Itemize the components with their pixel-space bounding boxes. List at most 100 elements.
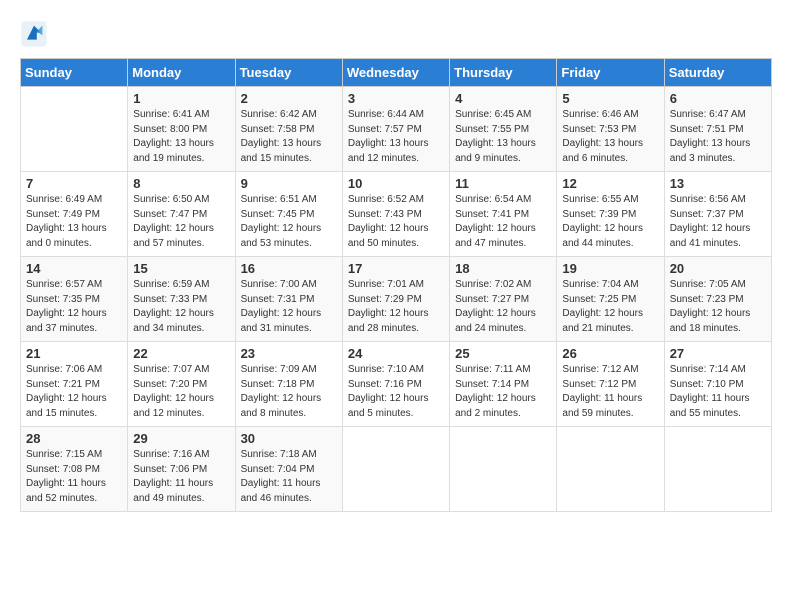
calendar-header-row: SundayMondayTuesdayWednesdayThursdayFrid… — [21, 59, 772, 87]
day-info: Sunrise: 7:10 AM Sunset: 7:16 PM Dayligh… — [348, 363, 444, 421]
header-saturday: Saturday — [664, 59, 771, 87]
day-info: Sunrise: 6:45 AM Sunset: 7:55 PM Dayligh… — [455, 108, 551, 166]
calendar-cell — [664, 427, 771, 512]
calendar-week-3: 14Sunrise: 6:57 AM Sunset: 7:35 PM Dayli… — [21, 257, 772, 342]
day-number: 26 — [562, 346, 658, 361]
day-info: Sunrise: 6:59 AM Sunset: 7:33 PM Dayligh… — [133, 278, 229, 336]
calendar-cell: 3 Sunrise: 6:44 AM Sunset: 7:57 PM Daylig… — [342, 87, 449, 172]
logo-icon — [20, 20, 48, 48]
day-number: 19 — [562, 261, 658, 276]
calendar-week-5: 28 Sunrise: 7:15 AM Sunset: 7:08 PM Dayli… — [21, 427, 772, 512]
day-info: Sunrise: 7:05 AM Sunset: 7:23 PM Dayligh… — [670, 278, 766, 336]
day-info: Sunrise: 6:42 AM Sunset: 7:58 PM Dayligh… — [241, 108, 337, 166]
day-number: 3 — [348, 91, 444, 106]
day-info: Sunrise: 6:55 AM Sunset: 7:39 PM Dayligh… — [562, 193, 658, 251]
calendar-cell: 27Sunrise: 7:14 AM Sunset: 7:10 PM Dayli… — [664, 342, 771, 427]
calendar-cell: 9Sunrise: 6:51 AM Sunset: 7:45 PM Daylig… — [235, 172, 342, 257]
day-number: 22 — [133, 346, 229, 361]
day-number: 4 — [455, 91, 551, 106]
calendar-cell: 7Sunrise: 6:49 AM Sunset: 7:49 PM Daylig… — [21, 172, 128, 257]
calendar-week-2: 7Sunrise: 6:49 AM Sunset: 7:49 PM Daylig… — [21, 172, 772, 257]
day-info: Sunrise: 6:49 AM Sunset: 7:49 PM Dayligh… — [26, 193, 122, 251]
day-number: 24 — [348, 346, 444, 361]
day-info: Sunrise: 6:47 AM Sunset: 7:51 PM Dayligh… — [670, 108, 766, 166]
calendar-cell: 18 Sunrise: 7:02 AM Sunset: 7:27 PM Dayli… — [450, 257, 557, 342]
day-number: 21 — [26, 346, 122, 361]
day-number: 12 — [562, 176, 658, 191]
day-info: Sunrise: 7:12 AM Sunset: 7:12 PM Dayligh… — [562, 363, 658, 421]
calendar-week-1: 1 Sunrise: 6:41 AM Sunset: 8:00 PM Daylig… — [21, 87, 772, 172]
day-info: Sunrise: 7:15 AM Sunset: 7:08 PM Dayligh… — [26, 448, 122, 506]
day-number: 25 — [455, 346, 551, 361]
header-friday: Friday — [557, 59, 664, 87]
day-info: Sunrise: 7:01 AM Sunset: 7:29 PM Dayligh… — [348, 278, 444, 336]
day-info: Sunrise: 6:44 AM Sunset: 7:57 PM Dayligh… — [348, 108, 444, 166]
day-number: 18 — [455, 261, 551, 276]
day-number: 9 — [241, 176, 337, 191]
calendar-cell: 22Sunrise: 7:07 AM Sunset: 7:20 PM Dayli… — [128, 342, 235, 427]
day-number: 2 — [241, 91, 337, 106]
calendar-cell — [450, 427, 557, 512]
calendar-cell: 2 Sunrise: 6:42 AM Sunset: 7:58 PM Daylig… — [235, 87, 342, 172]
calendar-cell: 12 Sunrise: 6:55 AM Sunset: 7:39 PM Dayli… — [557, 172, 664, 257]
day-number: 6 — [670, 91, 766, 106]
header-tuesday: Tuesday — [235, 59, 342, 87]
calendar-cell — [342, 427, 449, 512]
calendar-cell — [557, 427, 664, 512]
calendar-cell: 1 Sunrise: 6:41 AM Sunset: 8:00 PM Daylig… — [128, 87, 235, 172]
day-number: 20 — [670, 261, 766, 276]
day-info: Sunrise: 6:54 AM Sunset: 7:41 PM Dayligh… — [455, 193, 551, 251]
calendar-cell: 10Sunrise: 6:52 AM Sunset: 7:43 PM Dayli… — [342, 172, 449, 257]
calendar-cell: 20 Sunrise: 7:05 AM Sunset: 7:23 PM Dayli… — [664, 257, 771, 342]
day-info: Sunrise: 6:46 AM Sunset: 7:53 PM Dayligh… — [562, 108, 658, 166]
calendar-cell: 24 Sunrise: 7:10 AM Sunset: 7:16 PM Dayli… — [342, 342, 449, 427]
calendar-cell: 4 Sunrise: 6:45 AM Sunset: 7:55 PM Daylig… — [450, 87, 557, 172]
calendar-cell: 5 Sunrise: 6:46 AM Sunset: 7:53 PM Daylig… — [557, 87, 664, 172]
header-sunday: Sunday — [21, 59, 128, 87]
day-info: Sunrise: 7:16 AM Sunset: 7:06 PM Dayligh… — [133, 448, 229, 506]
day-number: 8 — [133, 176, 229, 191]
calendar-cell: 23 Sunrise: 7:09 AM Sunset: 7:18 PM Dayli… — [235, 342, 342, 427]
calendar-table: SundayMondayTuesdayWednesdayThursdayFrid… — [20, 58, 772, 512]
calendar-cell: 25 Sunrise: 7:11 AM Sunset: 7:14 PM Dayli… — [450, 342, 557, 427]
header-thursday: Thursday — [450, 59, 557, 87]
day-number: 16 — [241, 261, 337, 276]
day-info: Sunrise: 6:56 AM Sunset: 7:37 PM Dayligh… — [670, 193, 766, 251]
calendar-cell: 16 Sunrise: 7:00 AM Sunset: 7:31 PM Dayli… — [235, 257, 342, 342]
day-info: Sunrise: 6:41 AM Sunset: 8:00 PM Dayligh… — [133, 108, 229, 166]
header-wednesday: Wednesday — [342, 59, 449, 87]
day-number: 23 — [241, 346, 337, 361]
calendar-cell — [21, 87, 128, 172]
day-number: 11 — [455, 176, 551, 191]
calendar-cell: 21Sunrise: 7:06 AM Sunset: 7:21 PM Dayli… — [21, 342, 128, 427]
day-info: Sunrise: 7:00 AM Sunset: 7:31 PM Dayligh… — [241, 278, 337, 336]
day-info: Sunrise: 7:09 AM Sunset: 7:18 PM Dayligh… — [241, 363, 337, 421]
day-info: Sunrise: 7:14 AM Sunset: 7:10 PM Dayligh… — [670, 363, 766, 421]
calendar-cell: 28 Sunrise: 7:15 AM Sunset: 7:08 PM Dayli… — [21, 427, 128, 512]
calendar-week-4: 21Sunrise: 7:06 AM Sunset: 7:21 PM Dayli… — [21, 342, 772, 427]
day-number: 1 — [133, 91, 229, 106]
logo — [20, 20, 52, 48]
calendar-cell: 6 Sunrise: 6:47 AM Sunset: 7:51 PM Daylig… — [664, 87, 771, 172]
day-info: Sunrise: 7:11 AM Sunset: 7:14 PM Dayligh… — [455, 363, 551, 421]
day-number: 14 — [26, 261, 122, 276]
calendar-cell: 11 Sunrise: 6:54 AM Sunset: 7:41 PM Dayli… — [450, 172, 557, 257]
day-info: Sunrise: 6:52 AM Sunset: 7:43 PM Dayligh… — [348, 193, 444, 251]
calendar-cell: 19 Sunrise: 7:04 AM Sunset: 7:25 PM Dayli… — [557, 257, 664, 342]
day-number: 15 — [133, 261, 229, 276]
calendar-cell: 29Sunrise: 7:16 AM Sunset: 7:06 PM Dayli… — [128, 427, 235, 512]
day-number: 30 — [241, 431, 337, 446]
day-info: Sunrise: 7:18 AM Sunset: 7:04 PM Dayligh… — [241, 448, 337, 506]
page-header — [20, 20, 772, 48]
calendar-cell: 13 Sunrise: 6:56 AM Sunset: 7:37 PM Dayli… — [664, 172, 771, 257]
calendar-cell: 30 Sunrise: 7:18 AM Sunset: 7:04 PM Dayli… — [235, 427, 342, 512]
day-number: 28 — [26, 431, 122, 446]
day-number: 17 — [348, 261, 444, 276]
day-info: Sunrise: 7:02 AM Sunset: 7:27 PM Dayligh… — [455, 278, 551, 336]
day-number: 13 — [670, 176, 766, 191]
calendar-cell: 14Sunrise: 6:57 AM Sunset: 7:35 PM Dayli… — [21, 257, 128, 342]
header-monday: Monday — [128, 59, 235, 87]
calendar-cell: 15 Sunrise: 6:59 AM Sunset: 7:33 PM Dayli… — [128, 257, 235, 342]
day-info: Sunrise: 7:04 AM Sunset: 7:25 PM Dayligh… — [562, 278, 658, 336]
day-number: 5 — [562, 91, 658, 106]
